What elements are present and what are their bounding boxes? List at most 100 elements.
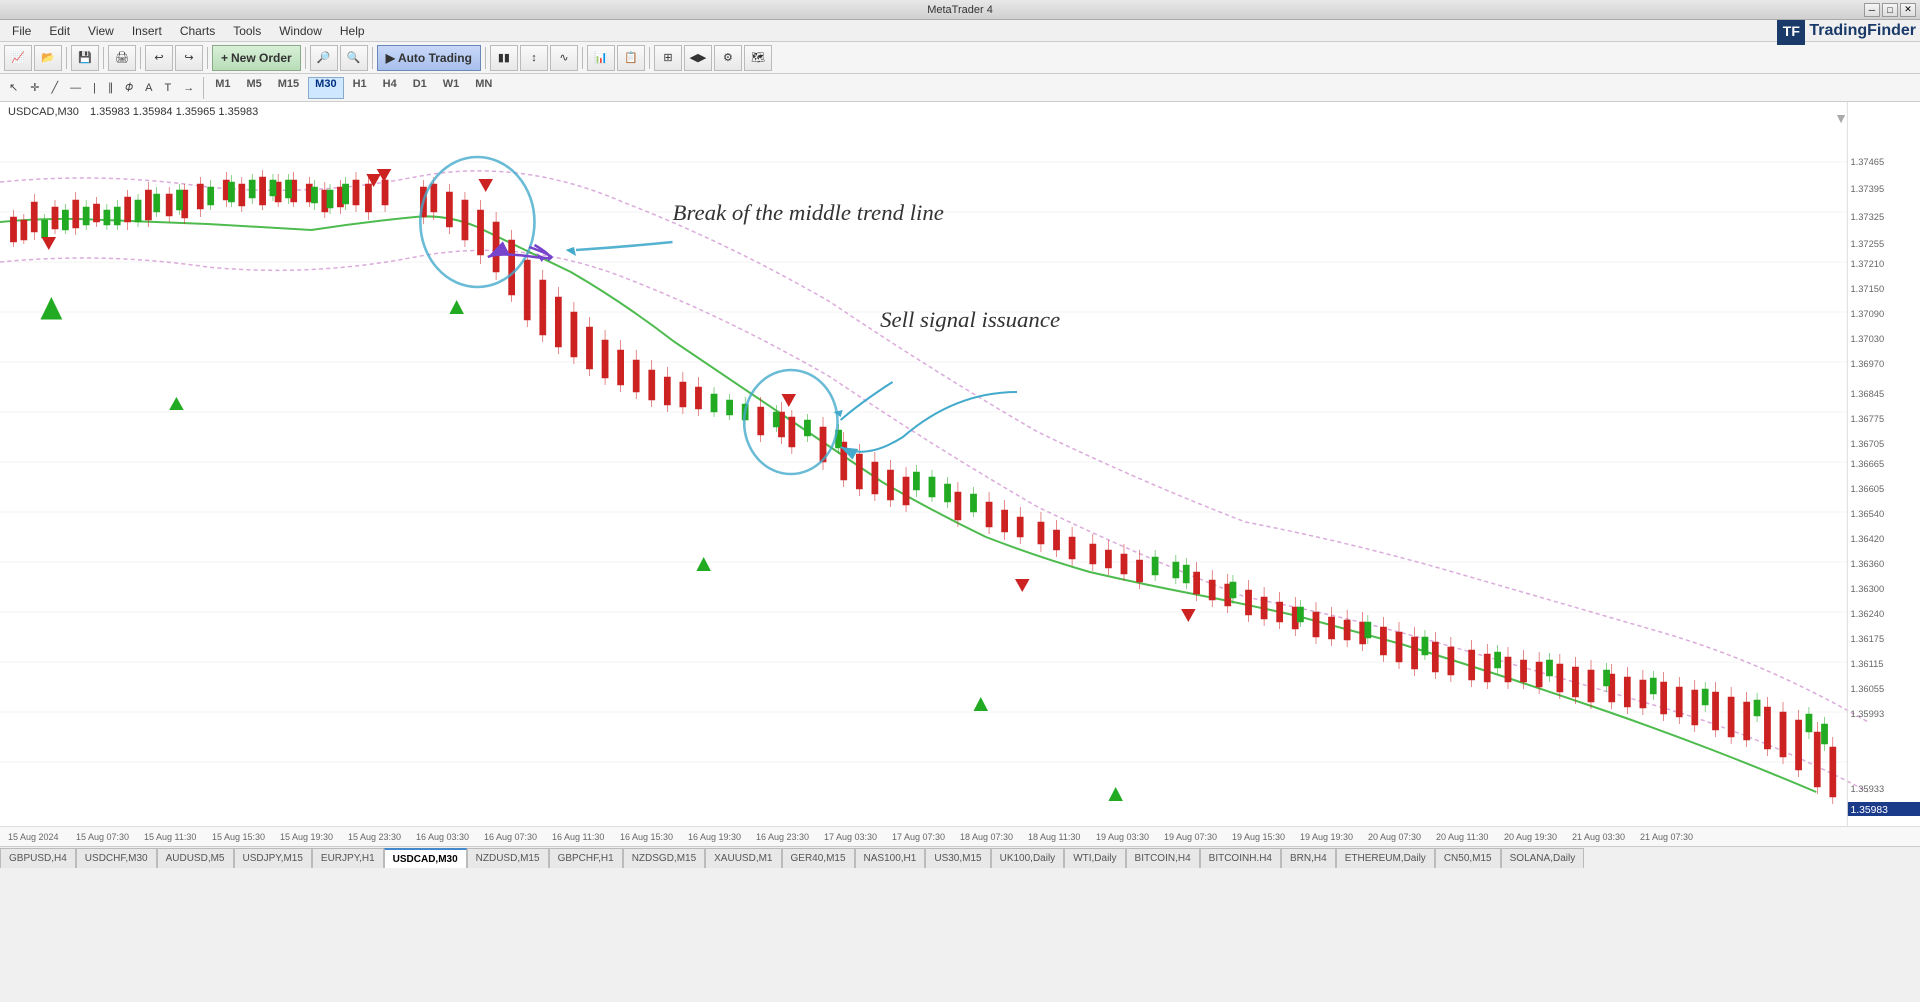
crosshair-tool[interactable]: ✛	[25, 77, 44, 99]
arrow-tool[interactable]: →	[178, 77, 199, 99]
line-tool[interactable]: ╱	[46, 77, 63, 99]
annotation1-text: Break of the middle trend line	[673, 200, 944, 225]
zoom-scale-button[interactable]: ⊞	[654, 45, 682, 71]
svg-text:1.36775: 1.36775	[1850, 414, 1884, 424]
time-axis: 15 Aug 2024 15 Aug 07:30 15 Aug 11:30 15…	[0, 826, 1920, 846]
menu-tools[interactable]: Tools	[225, 22, 269, 40]
fib-tool[interactable]: 𝜙	[120, 77, 138, 99]
svg-text:1.36845: 1.36845	[1850, 389, 1884, 399]
tab-xauusd-m1[interactable]: XAUUSD,M1	[705, 848, 781, 868]
tab-gbpchf-h1[interactable]: GBPCHF,H1	[549, 848, 623, 868]
timeframe-h4[interactable]: H4	[376, 77, 404, 99]
time-label: 15 Aug 2024	[8, 832, 76, 842]
save-button[interactable]: 💾	[71, 45, 99, 71]
time-label: 15 Aug 11:30	[144, 832, 212, 842]
tab-usdchf-m30[interactable]: USDCHF,M30	[76, 848, 157, 868]
svg-text:1.36665: 1.36665	[1850, 459, 1884, 469]
label-tool[interactable]: T	[159, 77, 176, 99]
menu-charts[interactable]: Charts	[172, 22, 223, 40]
print-button[interactable]: 🖨	[108, 45, 136, 71]
tab-ger40-m15[interactable]: GER40,M15	[782, 848, 855, 868]
scroll-button[interactable]: ◀▶	[684, 45, 712, 71]
timeframe-m1[interactable]: M1	[208, 77, 237, 99]
hline-tool[interactable]: —	[65, 77, 86, 99]
minimize-button[interactable]: ─	[1864, 3, 1880, 17]
maximize-button[interactable]: □	[1882, 3, 1898, 17]
svg-text:1.36540: 1.36540	[1850, 509, 1884, 519]
indicators-button[interactable]: 📊	[587, 45, 615, 71]
menu-view[interactable]: View	[80, 22, 122, 40]
sep6	[372, 47, 373, 69]
timeframe-w1[interactable]: W1	[436, 77, 467, 99]
time-label: 19 Aug 15:30	[1232, 832, 1300, 842]
line-button[interactable]: ∿	[550, 45, 578, 71]
tab-gbpusd-h4[interactable]: GBPUSD,H4	[0, 848, 76, 868]
tab-eurjpy-h1[interactable]: EURJPY,H1	[312, 848, 384, 868]
symbol-name: USDCAD,M30	[8, 106, 79, 118]
time-label: 16 Aug 03:30	[416, 832, 484, 842]
chart-container[interactable]: USDCAD,M30 1.35983 1.35984 1.35965 1.359…	[0, 102, 1920, 826]
autotrading-button[interactable]: ▶ Auto Trading	[377, 45, 481, 71]
channel-tool[interactable]: ∥	[103, 77, 119, 99]
properties-button[interactable]: ⚙	[714, 45, 742, 71]
templates-button[interactable]: 📋	[617, 45, 645, 71]
menu-file[interactable]: File	[4, 22, 39, 40]
svg-text:1.37395: 1.37395	[1850, 184, 1884, 194]
menu-help[interactable]: Help	[332, 22, 373, 40]
text-tool[interactable]: A	[140, 77, 157, 99]
tab-uk100-daily[interactable]: UK100,Daily	[991, 848, 1065, 868]
open-button[interactable]: 📂	[34, 45, 62, 71]
timeframe-h1[interactable]: H1	[346, 77, 374, 99]
tab-usdjpy-m15[interactable]: USDJPY,M15	[234, 848, 312, 868]
navigator-button[interactable]: 🗺	[744, 45, 772, 71]
time-label: 18 Aug 11:30	[1028, 832, 1096, 842]
close-button[interactable]: ✕	[1900, 3, 1916, 17]
cursor-tool[interactable]: ↖	[4, 77, 23, 99]
tab-wti-daily[interactable]: WTI,Daily	[1064, 848, 1125, 868]
tab-brn-h4[interactable]: BRN,H4	[1281, 848, 1336, 868]
tab-bitcoinh-h4[interactable]: BITCOINH.H4	[1200, 848, 1281, 868]
menu-edit[interactable]: Edit	[41, 22, 78, 40]
menu-window[interactable]: Window	[271, 22, 330, 40]
tab-bitcoin-h4[interactable]: BITCOIN,H4	[1126, 848, 1200, 868]
redo-button[interactable]: ↪	[175, 45, 203, 71]
window-title: MetaTrader 4	[927, 4, 993, 16]
svg-text:1.35983: 1.35983	[1850, 805, 1888, 816]
time-label: 15 Aug 23:30	[348, 832, 416, 842]
timeframe-m15[interactable]: M15	[271, 77, 306, 99]
time-label: 20 Aug 07:30	[1368, 832, 1436, 842]
svg-text:1.36055: 1.36055	[1850, 684, 1884, 694]
sep1	[66, 47, 67, 69]
undo-button[interactable]: ↩	[145, 45, 173, 71]
zoom-out-button[interactable]: 🔎	[310, 45, 338, 71]
sep3	[140, 47, 141, 69]
svg-text:1.37465: 1.37465	[1850, 157, 1884, 167]
time-label: 20 Aug 19:30	[1504, 832, 1572, 842]
timeframe-d1[interactable]: D1	[406, 77, 434, 99]
timeframe-mn[interactable]: MN	[468, 77, 499, 99]
symbol-info: USDCAD,M30 1.35983 1.35984 1.35965 1.359…	[8, 106, 258, 118]
bar-button[interactable]: ↕	[520, 45, 548, 71]
tab-nzdsgd-m15[interactable]: NZDSGD,M15	[623, 848, 705, 868]
timeframe-m30[interactable]: M30	[308, 77, 343, 99]
tab-nzdusd-m15[interactable]: NZDUSD,M15	[467, 848, 549, 868]
scroll-indicator[interactable]: ▼	[1834, 110, 1848, 126]
candlestick-button[interactable]: ▮▮	[490, 45, 518, 71]
tab-nas100-h1[interactable]: NAS100,H1	[855, 848, 926, 868]
timeframe-m5[interactable]: M5	[239, 77, 268, 99]
tab-us30-m15[interactable]: US30,M15	[925, 848, 990, 868]
toolbar1: 📈 📂 💾 🖨 ↩ ↪ + New Order 🔎 🔍 ▶ Auto Tradi…	[0, 42, 1920, 74]
sep-tf	[203, 77, 204, 99]
vline-tool[interactable]: |	[88, 77, 101, 99]
logo-text: TradingFinder	[1809, 22, 1916, 40]
tab-audusd-m5[interactable]: AUDUSD,M5	[157, 848, 234, 868]
new-chart-button[interactable]: 📈	[4, 45, 32, 71]
tab-cn50-m15[interactable]: CN50,M15	[1435, 848, 1501, 868]
new-order-button[interactable]: + New Order	[212, 45, 301, 71]
tab-usdcad-m30[interactable]: USDCAD,M30	[384, 848, 467, 868]
menu-insert[interactable]: Insert	[124, 22, 170, 40]
tab-ethereum-daily[interactable]: ETHEREUM,Daily	[1336, 848, 1435, 868]
tab-solana-daily[interactable]: SOLANA,Daily	[1501, 848, 1585, 868]
time-label: 17 Aug 03:30	[824, 832, 892, 842]
zoom-in-button[interactable]: 🔍	[340, 45, 368, 71]
